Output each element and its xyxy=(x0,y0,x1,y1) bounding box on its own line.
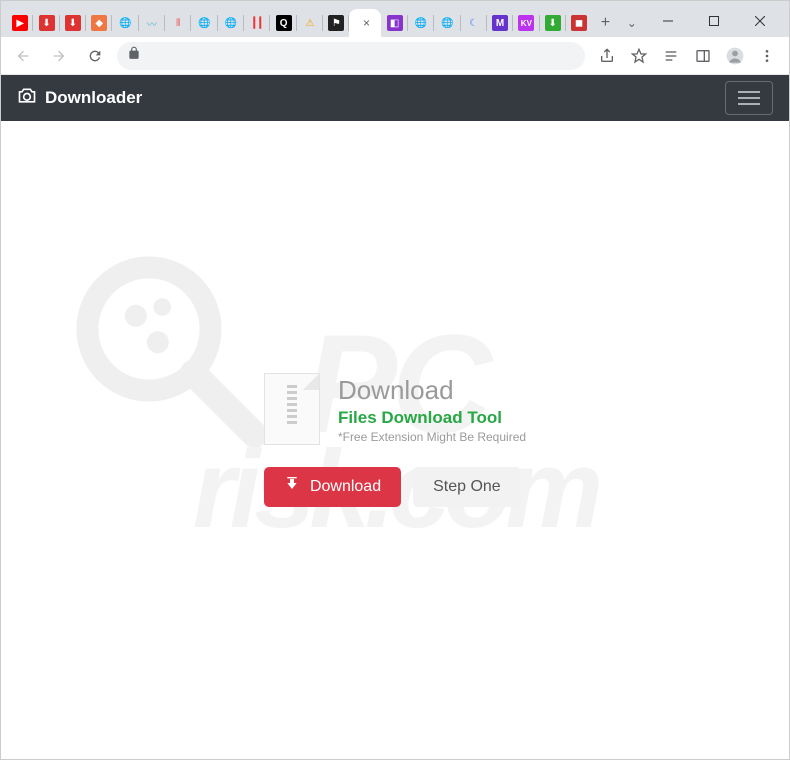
close-icon[interactable]: × xyxy=(363,16,370,30)
minimize-button[interactable] xyxy=(645,5,691,37)
brand-text: Downloader xyxy=(45,88,142,108)
browser-toolbar xyxy=(1,37,789,75)
menu-button[interactable] xyxy=(753,42,781,70)
tab-1[interactable]: ▶ xyxy=(7,9,33,37)
download-icon: ⬇ xyxy=(65,15,81,31)
page-content: PC risk.com Download Files Download Tool… xyxy=(1,121,789,759)
warning-icon: ⚠ xyxy=(302,15,318,31)
download-icon: ⬇ xyxy=(545,15,561,31)
tab-10[interactable]: ┃┃ xyxy=(244,9,270,37)
tab-2[interactable]: ⬇ xyxy=(33,9,59,37)
tab-19[interactable]: M xyxy=(487,9,513,37)
kv-icon: KV xyxy=(518,15,534,31)
globe-icon: 🌐 xyxy=(197,15,213,31)
reload-button[interactable] xyxy=(81,42,109,70)
globe-icon: 🌐 xyxy=(118,15,134,31)
globe-icon: 🌐 xyxy=(439,15,455,31)
youtube-icon: ▶ xyxy=(12,15,28,31)
card-note: *Free Extension Might Be Required xyxy=(338,430,526,444)
moon-icon: ☾ xyxy=(466,15,482,31)
tab-8[interactable]: 🌐 xyxy=(191,9,217,37)
profile-button[interactable] xyxy=(721,42,749,70)
address-bar[interactable] xyxy=(117,42,585,70)
card-subtitle: Files Download Tool xyxy=(338,408,526,428)
globe-icon: 🌐 xyxy=(413,15,429,31)
tab-21[interactable]: ⬇ xyxy=(540,9,566,37)
file-zip-icon xyxy=(264,373,320,445)
step-one-button[interactable]: Step One xyxy=(413,467,521,507)
tab-4[interactable]: ◆ xyxy=(86,9,112,37)
tab-7[interactable]: ⦀ xyxy=(165,9,191,37)
share-button[interactable] xyxy=(593,42,621,70)
download-icon xyxy=(284,477,300,498)
download-button-label: Download xyxy=(310,478,381,496)
navbar-toggle[interactable] xyxy=(725,81,773,115)
lock-icon xyxy=(127,46,141,65)
download-icon: ⬇ xyxy=(39,15,55,31)
tab-3[interactable]: ⬇ xyxy=(60,9,86,37)
globe-icon: 🌐 xyxy=(223,15,239,31)
tab-active[interactable]: × xyxy=(349,9,381,37)
app-icon: ◆ xyxy=(91,15,107,31)
new-tab-button[interactable]: + xyxy=(592,9,618,37)
flag-icon: ⚑ xyxy=(328,15,344,31)
hamburger-icon xyxy=(738,91,760,105)
download-card: Download Files Download Tool *Free Exten… xyxy=(264,373,526,507)
bars-icon: ⦀ xyxy=(170,15,186,31)
tab-15[interactable]: ◧ xyxy=(381,9,407,37)
tab-20[interactable]: KV xyxy=(513,9,539,37)
tab-11[interactable]: Q xyxy=(270,9,296,37)
tab-22[interactable]: ◼ xyxy=(566,9,592,37)
site-navbar: Downloader xyxy=(1,75,789,121)
close-window-button[interactable] xyxy=(737,5,783,37)
browser-tab-strip: ▶ ⬇ ⬇ ◆ 🌐 〰 ⦀ 🌐 🌐 ┃┃ Q ⚠ ⚑ × ◧ 🌐 🌐 ☾ M K… xyxy=(1,1,789,37)
q-icon: Q xyxy=(276,15,292,31)
tab-9[interactable]: 🌐 xyxy=(218,9,244,37)
tab-6[interactable]: 〰 xyxy=(139,9,165,37)
side-panel-button[interactable] xyxy=(689,42,717,70)
camera-icon xyxy=(17,86,37,111)
tab-13[interactable]: ⚑ xyxy=(323,9,349,37)
download-button[interactable]: Download xyxy=(264,467,401,507)
back-button[interactable] xyxy=(9,42,37,70)
tab-17[interactable]: 🌐 xyxy=(434,9,460,37)
wave-icon: 〰 xyxy=(144,15,160,31)
step-one-button-label: Step One xyxy=(433,478,501,496)
reading-list-button[interactable] xyxy=(657,42,685,70)
m-icon: M xyxy=(492,15,508,31)
chevron-down-icon[interactable]: ⌄ xyxy=(619,9,645,37)
brand[interactable]: Downloader xyxy=(17,86,142,111)
tab-5[interactable]: 🌐 xyxy=(112,9,138,37)
tab-18[interactable]: ☾ xyxy=(461,9,487,37)
card-title: Download xyxy=(338,375,526,406)
tab-12[interactable]: ⚠ xyxy=(297,9,323,37)
forward-button[interactable] xyxy=(45,42,73,70)
pause-icon: ┃┃ xyxy=(249,15,265,31)
app-icon: ◼ xyxy=(571,15,587,31)
bookmark-button[interactable] xyxy=(625,42,653,70)
app-icon: ◧ xyxy=(387,15,403,31)
maximize-button[interactable] xyxy=(691,5,737,37)
tab-16[interactable]: 🌐 xyxy=(408,9,434,37)
